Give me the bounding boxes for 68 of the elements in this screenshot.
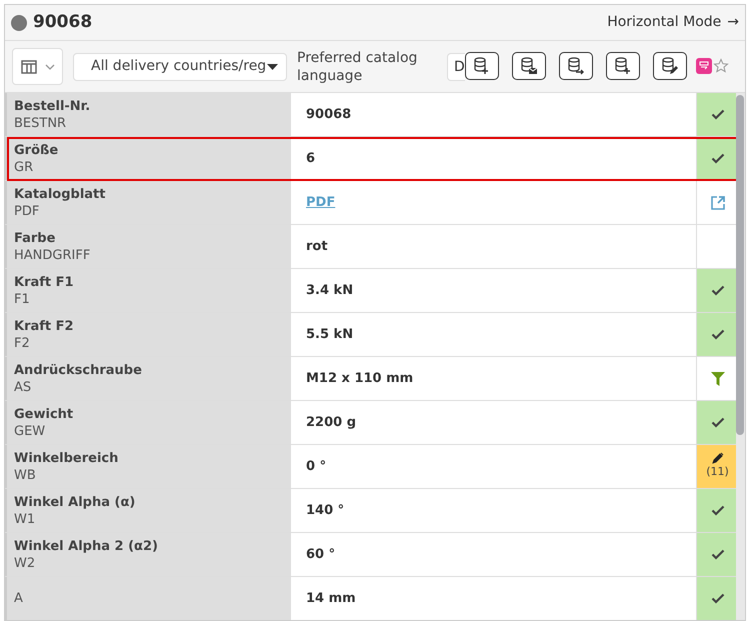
checkmark-icon [710, 549, 724, 560]
attribute-code: W1 [14, 510, 36, 528]
attribute-value: 90068 [306, 106, 352, 124]
attribute-name: Winkel Alpha 2 (α2) [14, 538, 159, 554]
attribute-value: 6 [306, 150, 316, 168]
attribute-value: 60 ° [306, 546, 336, 564]
attribute-name: Bestell-Nr. [14, 98, 92, 114]
edit-count: (11) [706, 464, 729, 480]
checkmark-icon [710, 153, 724, 164]
attribute-code: F2 [14, 334, 31, 352]
attribute-code: W2 [14, 554, 36, 572]
checkmark-icon [710, 593, 724, 604]
checkmark-icon [710, 109, 724, 120]
table-columns-icon [20, 60, 36, 74]
attribute-name: Winkelbereich [14, 450, 120, 466]
attribute-code: AS [14, 378, 32, 396]
attribute-code: PDF [14, 202, 40, 220]
attribute-name: Kraft F2 [14, 318, 75, 334]
horizontal-mode-link[interactable]: Horizontal Mode → [607, 12, 739, 33]
chevron-down-icon [44, 64, 54, 70]
attribute-value: 3.4 kN [306, 282, 354, 300]
database-tool-button[interactable] [559, 52, 593, 80]
attribute-value: 140 ° [306, 502, 344, 520]
attribute-value: 0 ° [306, 458, 326, 476]
attribute-name: Farbe [14, 230, 56, 246]
database-export-icon [566, 56, 586, 76]
database-tool-button[interactable] [465, 52, 499, 80]
checkmark-icon [710, 505, 724, 516]
scrollbar[interactable] [736, 93, 745, 620]
checkmark-icon [710, 417, 724, 428]
language-select[interactable]: D [447, 52, 465, 80]
pencil-icon[interactable] [712, 452, 724, 464]
attribute-value: rot [306, 238, 328, 256]
database-mail-icon [519, 56, 539, 76]
attribute-code: HANDGRIFF [14, 246, 92, 264]
database-tool-button[interactable] [512, 52, 546, 80]
checkmark-icon [710, 285, 724, 296]
caret-down-icon [267, 64, 278, 70]
attribute-name: Andrückschraube [14, 362, 143, 378]
attribute-value: 14 mm [306, 590, 356, 608]
external-link-icon[interactable] [710, 194, 726, 210]
attribute-code: F1 [14, 290, 31, 308]
checkmark-icon [710, 329, 724, 340]
attribute-code: WB [14, 466, 37, 484]
filter-icon[interactable] [710, 372, 724, 386]
column-view-dropdown[interactable] [12, 48, 63, 85]
favorite-star-icon[interactable] [713, 58, 729, 74]
attribute-value: 2200 g [306, 414, 356, 432]
attribute-code: GEW [14, 422, 46, 440]
attribute-code: GR [14, 158, 34, 176]
attribute-name: Größe [14, 142, 60, 158]
attribute-code: BESTNR [14, 114, 68, 132]
databases-add-icon [613, 56, 633, 76]
attribute-value: 5.5 kN [306, 326, 354, 344]
language-label: Preferred catalog language [297, 48, 418, 84]
article-title: 90068 [33, 10, 92, 34]
database-edit-icon [660, 56, 680, 76]
attribute-name: Winkel Alpha (α) [14, 494, 136, 510]
country-select[interactable]: All delivery countries/regi [73, 52, 287, 80]
attribute-name: Kraft F1 [14, 274, 75, 290]
attribute-name: Katalogblatt [14, 186, 106, 202]
scrollbar-thumb[interactable] [736, 95, 744, 435]
attribute-code: A [14, 590, 24, 607]
database-tool-button[interactable] [606, 52, 640, 80]
attribute-name: Gewicht [14, 406, 74, 422]
export-icon[interactable] [696, 58, 712, 74]
database-tool-button[interactable] [653, 52, 687, 80]
attribute-value: M12 x 110 mm [306, 370, 414, 388]
